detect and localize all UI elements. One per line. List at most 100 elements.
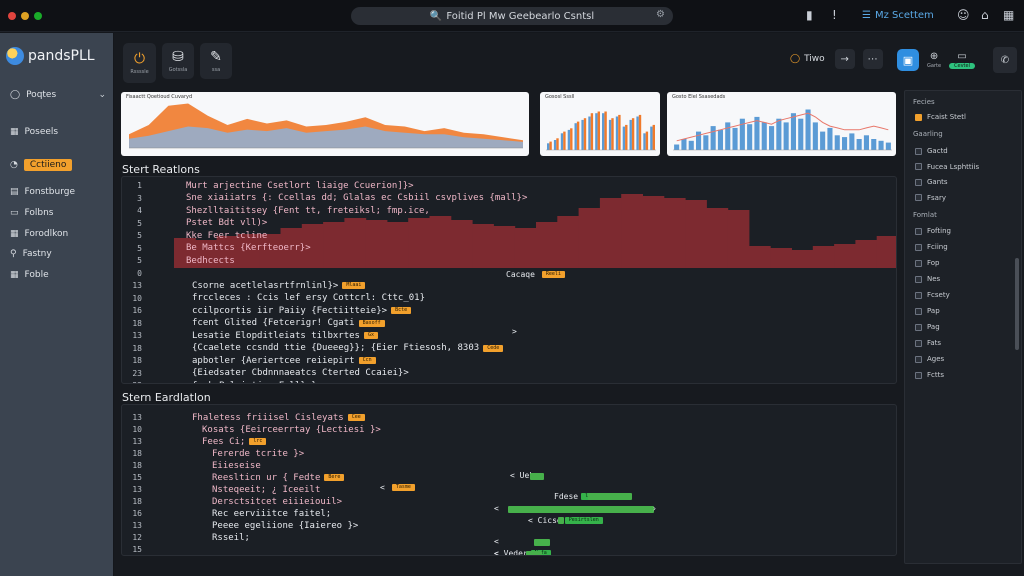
- code-line[interactable]: 18 {Ccaelete ccsndd ttie {Dueeeg}}; {Eier…: [122, 342, 504, 355]
- timeline-bar[interactable]: [526, 551, 542, 555]
- garte-button[interactable]: ⊕ Garte: [927, 51, 941, 69]
- code-line[interactable]: 23 frrk Brlrietjar Fall} }>: [122, 379, 322, 384]
- run-label[interactable]: Tiwo: [804, 54, 825, 64]
- checkbox[interactable]: [915, 371, 922, 379]
- timeline-item[interactable]: < Tasme: [380, 483, 415, 492]
- timeline-item[interactable]: <: [494, 504, 499, 513]
- database-tool-button[interactable]: ⛁ Gotssla: [162, 43, 194, 79]
- code-line[interactable]: 10 frccleces : Ccis lef ersy Cottcrl: Ctt…: [122, 292, 425, 305]
- chevron-down-icon[interactable]: ⌄: [98, 90, 106, 100]
- code-line[interactable]: 4 Shezlltaititsey {Fent tt, freteiksl; fm…: [122, 204, 430, 217]
- filter-item[interactable]: Fats: [915, 339, 941, 347]
- sidebar-item[interactable]: ▤ Fonstburge: [10, 187, 106, 197]
- code-text: Sne xiaiiatrs {: Ccellas dd; Glalas ec C…: [186, 193, 528, 203]
- checkbox[interactable]: [915, 291, 922, 299]
- filter-item[interactable]: Pap: [915, 307, 940, 315]
- maximize-window-button[interactable]: [34, 12, 42, 20]
- timeline-bar[interactable]: [588, 493, 632, 500]
- checkbox[interactable]: [915, 323, 922, 331]
- timeline-bar[interactable]: [534, 539, 550, 546]
- store-icon[interactable]: ⌂: [981, 8, 989, 22]
- filter-item[interactable]: Fcsety: [915, 291, 950, 299]
- bar: [681, 139, 687, 150]
- phone-button[interactable]: ✆: [992, 47, 1017, 73]
- checkbox[interactable]: [915, 178, 922, 186]
- chart-title: Gosto Elel Ssasedads: [672, 94, 726, 100]
- checkbox[interactable]: [915, 307, 922, 315]
- filter-item[interactable]: Fsary: [915, 194, 946, 202]
- timeline-bar[interactable]: [558, 517, 564, 524]
- search-settings-icon[interactable]: ⚙: [656, 9, 665, 20]
- code-line[interactable]: 0: [122, 267, 186, 280]
- sidebar-item[interactable]: ▦ Poseels: [10, 127, 106, 137]
- bookmark-icon[interactable]: ▮: [806, 8, 813, 22]
- info-icon[interactable]: !: [832, 8, 837, 22]
- timeline-item[interactable]: < Cicse Pesirtslen: [528, 516, 603, 525]
- code-line[interactable]: 5 Pstet Bdt vll)>: [122, 217, 267, 230]
- checkbox[interactable]: [915, 355, 922, 363]
- timeline-item[interactable]: <: [494, 537, 499, 546]
- code-line[interactable]: 13 Csorne acetlelasrtfrnlinl}> Mlaai: [122, 279, 366, 292]
- code-line[interactable]: 5 Be Mattcs {Kerfteoerr}>: [122, 242, 310, 255]
- bar: [798, 118, 804, 150]
- sidebar-item[interactable]: ▦ Forodlkon: [10, 229, 106, 239]
- code-line[interactable]: 35Ccsnal - Fenictcie>: [122, 555, 295, 556]
- filter-item[interactable]: Nes: [915, 275, 940, 283]
- power-tool-button[interactable]: ⏻ Rssssle: [123, 43, 156, 83]
- checkbox[interactable]: [915, 259, 922, 267]
- code-line[interactable]: 18 fcent Glited {Fetcerigr! Cgati Basoff: [122, 317, 385, 330]
- code-line[interactable]: 5 Kke Feer tcline: [122, 229, 267, 242]
- checkbox-checked[interactable]: [915, 113, 922, 121]
- filter-item[interactable]: Fop: [915, 259, 940, 267]
- search-bar[interactable]: 🔍 Foitid Pl Mw Geebearlo Csntsl ⚙: [351, 7, 673, 25]
- code-line[interactable]: 1 Murt arjectine Csetlort liaige Ccuerion…: [122, 179, 413, 192]
- code-line[interactable]: 3 Sne xiaiiatrs {: Ccellas dd; Glalas ec …: [122, 192, 527, 205]
- sidebar-item[interactable]: ◔ Cctiieno: [10, 159, 106, 171]
- brand-link[interactable]: ☰ Mz Scettem: [862, 10, 934, 21]
- checkbox[interactable]: [915, 163, 922, 170]
- filter-item[interactable]: Ages: [915, 355, 944, 363]
- checkbox[interactable]: [915, 194, 922, 201]
- timeline-bar[interactable]: [530, 473, 544, 480]
- filter-item[interactable]: Pag: [915, 323, 940, 331]
- code-line[interactable]: 18 apbotler {Aeriertcee reiiepirt Ccn: [122, 354, 376, 367]
- checkbox[interactable]: [915, 275, 922, 283]
- bar: [688, 140, 694, 150]
- app-logo[interactable]: pandsPLL: [6, 47, 95, 65]
- sidebar-item-label: Foble: [24, 270, 49, 280]
- filter-item[interactable]: Fciing: [915, 243, 948, 251]
- filter-item[interactable]: Gactd: [915, 147, 948, 155]
- filter-item[interactable]: Fofting: [915, 227, 951, 235]
- geleiel-button[interactable]: ▭ Cevtel: [949, 51, 975, 69]
- filter-item-checked[interactable]: Fcaist Stetl: [915, 113, 966, 121]
- background-bar: [493, 226, 516, 268]
- close-window-button[interactable]: [8, 12, 16, 20]
- sidebar-item[interactable]: ⚲ Fastny: [10, 249, 106, 259]
- calendar-icon[interactable]: ▦: [1003, 8, 1014, 22]
- sidebar-item[interactable]: ▭ Folbns: [10, 208, 106, 218]
- checkbox[interactable]: [915, 339, 922, 347]
- smile-icon[interactable]: ☺: [957, 8, 970, 22]
- sidebar-item[interactable]: ▦ Foble: [10, 270, 106, 280]
- timeline-bar[interactable]: [508, 506, 654, 513]
- sidebar-item[interactable]: ◯ Poqtes ⌄: [10, 90, 106, 100]
- scrollbar[interactable]: [1015, 258, 1019, 350]
- code-line[interactable]: 23 {Eiedsater Cbdnnnaeatcs Cterted Ccaiei…: [122, 367, 408, 380]
- wrench-tool-button[interactable]: ✎ ssa: [200, 43, 232, 79]
- arrow-button[interactable]: →: [834, 49, 855, 69]
- code-text: Fhaletess friiisel Cisleyats: [192, 412, 344, 423]
- minimize-window-button[interactable]: [21, 12, 29, 20]
- line-number: 13: [132, 485, 142, 494]
- panel-toggle-button[interactable]: ▣: [897, 49, 919, 71]
- filter-item[interactable]: Fucea Lsphttiis: [915, 163, 979, 171]
- more-button[interactable]: ⋯: [862, 49, 883, 69]
- filter-item[interactable]: Gants: [915, 178, 948, 186]
- code-line[interactable]: 5 Bedhcects: [122, 254, 235, 267]
- filter-item[interactable]: Fctts: [915, 371, 944, 379]
- checkbox[interactable]: [915, 243, 922, 251]
- code-line[interactable]: 16 ccilpcortis iir Paiiy {Fectiitteie}> Bc…: [122, 304, 412, 317]
- checkbox[interactable]: [915, 147, 922, 155]
- timeline-item[interactable]: < VederNafa: [494, 549, 551, 555]
- code-line[interactable]: 13 Lesatie Elopditleiats tilbxrtes Gx: [122, 329, 379, 342]
- checkbox[interactable]: [915, 227, 922, 235]
